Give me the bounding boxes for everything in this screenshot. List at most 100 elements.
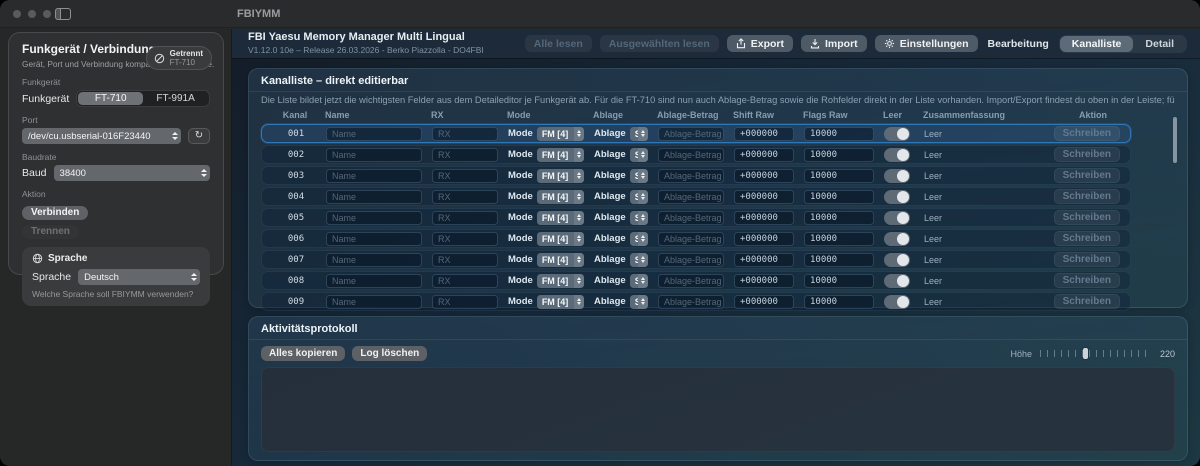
shift-raw-input[interactable]: +000000 (734, 127, 794, 141)
name-input[interactable]: Name (326, 232, 422, 246)
export-button[interactable]: Export (727, 35, 793, 52)
read-selected-button[interactable]: Ausgewählten lesen (600, 35, 719, 52)
leer-toggle[interactable] (884, 253, 910, 267)
flags-raw-input[interactable]: 10000 (804, 274, 874, 288)
flags-raw-input[interactable]: 10000 (804, 127, 874, 141)
disconnect-button[interactable]: Trennen (22, 225, 79, 239)
flags-raw-input[interactable]: 10000 (804, 232, 874, 246)
write-button[interactable]: Schreiben (1054, 189, 1120, 204)
shift-raw-input[interactable]: +000000 (734, 253, 794, 267)
leer-toggle[interactable] (884, 211, 910, 225)
write-button[interactable]: Schreiben (1054, 126, 1120, 141)
tab-kanalliste[interactable]: Kanalliste (1060, 36, 1134, 52)
close-button[interactable] (13, 10, 21, 18)
shift-raw-input[interactable]: +000000 (734, 148, 794, 162)
mode-select[interactable]: FM [4] (537, 127, 584, 141)
clear-log-button[interactable]: Log löschen (352, 346, 427, 361)
name-input[interactable]: Name (326, 211, 422, 225)
shift-raw-input[interactable]: +000000 (734, 190, 794, 204)
shift-raw-input[interactable]: +000000 (734, 211, 794, 225)
ablage-betrag-input[interactable]: Ablage-Betrag (658, 232, 724, 246)
write-button[interactable]: Schreiben (1054, 273, 1120, 288)
segment-ft710[interactable]: FT-710 (78, 92, 143, 105)
mode-select[interactable]: FM [4] (537, 232, 584, 246)
ablage-betrag-input[interactable]: Ablage-Betrag (658, 169, 724, 183)
write-button[interactable]: Schreiben (1054, 168, 1120, 183)
mode-select[interactable]: FM [4] (537, 295, 584, 309)
write-button[interactable]: Schreiben (1054, 294, 1120, 309)
ablage-select[interactable]: S… (630, 127, 648, 141)
write-button[interactable]: Schreiben (1054, 210, 1120, 225)
leer-toggle[interactable] (884, 232, 910, 246)
name-input[interactable]: Name (326, 253, 422, 267)
read-all-button[interactable]: Alle lesen (525, 35, 592, 52)
zoom-button[interactable] (43, 10, 51, 18)
ablage-select[interactable]: S… (630, 190, 648, 204)
refresh-ports-button[interactable]: ↻ (188, 128, 210, 144)
scrollbar-thumb[interactable] (1173, 117, 1177, 163)
ablage-betrag-input[interactable]: Ablage-Betrag (658, 295, 724, 309)
flags-raw-input[interactable]: 10000 (804, 295, 874, 309)
write-button[interactable]: Schreiben (1054, 231, 1120, 246)
leer-toggle[interactable] (884, 190, 910, 204)
ablage-betrag-input[interactable]: Ablage-Betrag (658, 127, 724, 141)
mode-select[interactable]: FM [4] (537, 211, 584, 225)
mode-select[interactable]: FM [4] (537, 253, 584, 267)
shift-raw-input[interactable]: +000000 (734, 169, 794, 183)
flags-raw-input[interactable]: 10000 (804, 253, 874, 267)
flags-raw-input[interactable]: 10000 (804, 169, 874, 183)
leer-toggle[interactable] (884, 127, 910, 141)
baud-select[interactable]: 38400 (54, 165, 210, 181)
rx-input[interactable]: RX (432, 127, 498, 141)
name-input[interactable]: Name (326, 127, 422, 141)
leer-toggle[interactable] (884, 169, 910, 183)
copy-all-button[interactable]: Alles kopieren (261, 346, 345, 361)
ablage-betrag-input[interactable]: Ablage-Betrag (658, 253, 724, 267)
tab-detail[interactable]: Detail (1133, 36, 1186, 52)
mode-select[interactable]: FM [4] (537, 190, 584, 204)
slider-thumb[interactable] (1083, 348, 1088, 359)
language-select[interactable]: Deutsch (78, 269, 200, 285)
minimize-button[interactable] (28, 10, 36, 18)
height-slider[interactable] (1040, 348, 1152, 359)
name-input[interactable]: Name (326, 295, 422, 309)
write-button[interactable]: Schreiben (1054, 147, 1120, 162)
leer-toggle[interactable] (884, 295, 910, 309)
ablage-betrag-input[interactable]: Ablage-Betrag (658, 274, 724, 288)
rx-input[interactable]: RX (432, 190, 498, 204)
connect-button[interactable]: Verbinden (22, 206, 88, 220)
leer-toggle[interactable] (884, 274, 910, 288)
ablage-select[interactable]: S… (630, 253, 648, 267)
ablage-select[interactable]: S… (630, 232, 648, 246)
name-input[interactable]: Name (326, 190, 422, 204)
ablage-betrag-input[interactable]: Ablage-Betrag (658, 190, 724, 204)
mode-select[interactable]: FM [4] (537, 148, 584, 162)
rx-input[interactable]: RX (432, 295, 498, 309)
ablage-select[interactable]: S… (630, 295, 648, 309)
write-button[interactable]: Schreiben (1054, 252, 1120, 267)
port-select[interactable]: /dev/cu.usbserial-016F23440 (22, 128, 181, 144)
name-input[interactable]: Name (326, 169, 422, 183)
rx-input[interactable]: RX (432, 211, 498, 225)
rx-input[interactable]: RX (432, 253, 498, 267)
rx-input[interactable]: RX (432, 274, 498, 288)
mode-select[interactable]: FM [4] (537, 274, 584, 288)
settings-button[interactable]: Einstellungen (875, 35, 978, 52)
ablage-select[interactable]: S… (630, 169, 648, 183)
ablage-betrag-input[interactable]: Ablage-Betrag (658, 148, 724, 162)
flags-raw-input[interactable]: 10000 (804, 148, 874, 162)
rx-input[interactable]: RX (432, 169, 498, 183)
flags-raw-input[interactable]: 10000 (804, 190, 874, 204)
ablage-select[interactable]: S… (630, 211, 648, 225)
sidebar-toggle-icon[interactable] (55, 8, 71, 20)
rx-input[interactable]: RX (432, 232, 498, 246)
name-input[interactable]: Name (326, 148, 422, 162)
flags-raw-input[interactable]: 10000 (804, 211, 874, 225)
shift-raw-input[interactable]: +000000 (734, 232, 794, 246)
segment-ft991a[interactable]: FT-991A (143, 92, 208, 105)
rx-input[interactable]: RX (432, 148, 498, 162)
leer-toggle[interactable] (884, 148, 910, 162)
shift-raw-input[interactable]: +000000 (734, 295, 794, 309)
ablage-select[interactable]: S… (630, 148, 648, 162)
shift-raw-input[interactable]: +000000 (734, 274, 794, 288)
